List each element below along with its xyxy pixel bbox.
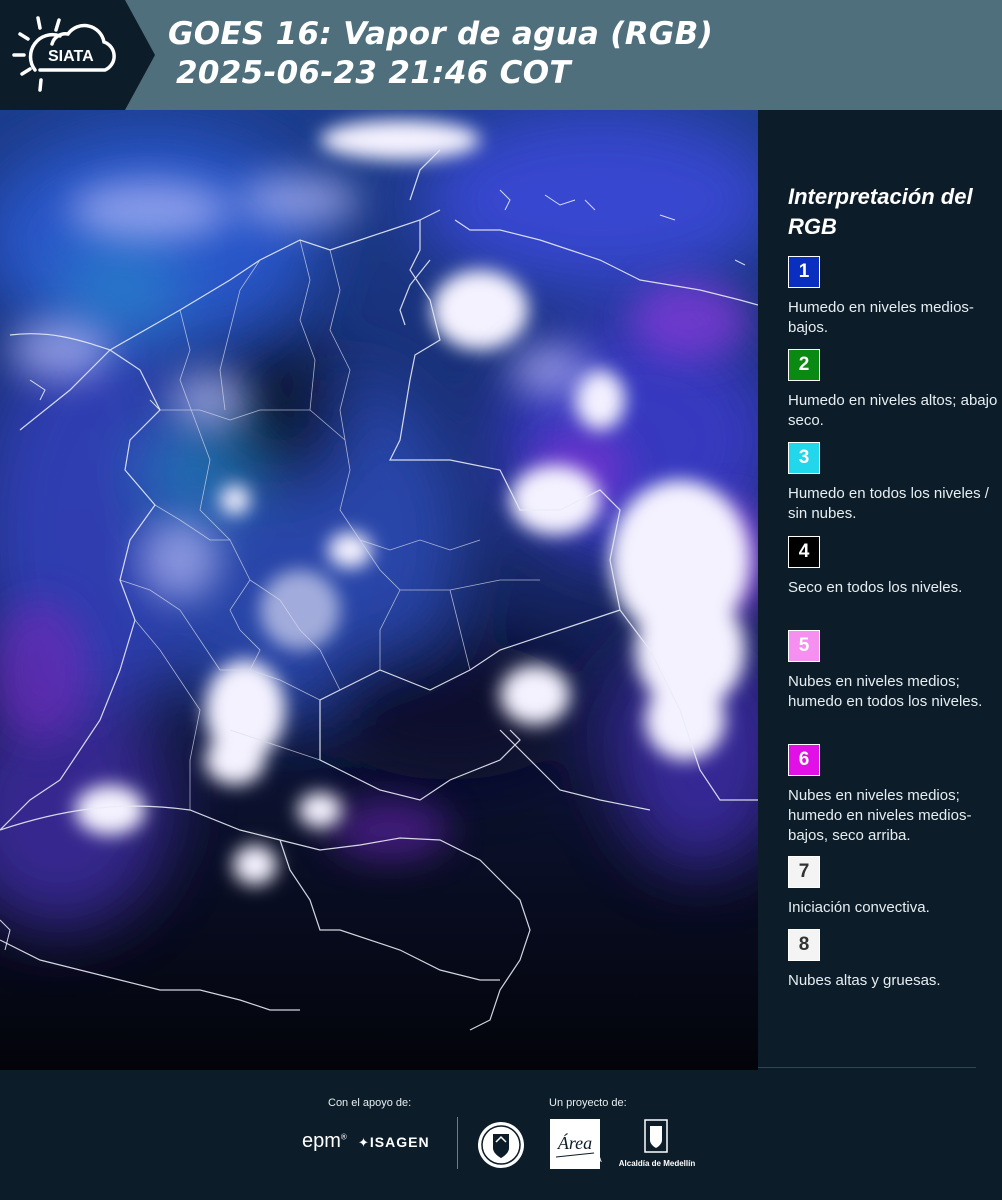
legend-swatch-8: 8 <box>788 929 820 961</box>
legend-desc-6: Nubes en niveles medios; humedo en nivel… <box>788 787 972 844</box>
legend-desc-1: Humedo en niveles medios-bajos. <box>788 299 974 336</box>
legend-swatch-1: 1 <box>788 256 820 288</box>
alcaldia-caption: Alcaldía de Medellín <box>618 1159 696 1168</box>
legend-swatch-6: 6 <box>788 744 820 776</box>
isagen-logo[interactable]: ✦ISAGEN <box>358 1134 430 1151</box>
legend-title: Interpretación del RGB <box>788 184 973 239</box>
legend-item-6: 6 Nubes en niveles medios; humedo en niv… <box>788 744 998 846</box>
legend-desc-4: Seco en todos los niveles. <box>788 579 963 596</box>
support-caption: Con el apoyo de: <box>328 1097 412 1109</box>
isagen-logo-text: ISAGEN <box>369 1134 430 1150</box>
legend-item-3: 3 Humedo en todos los niveles / sin nube… <box>788 442 998 524</box>
header-bar: SIATA GOES 16: Vapor de agua (RGB) 2025-… <box>0 0 1002 110</box>
legend-item-5: 5 Nubes en niveles medios; humedo en tod… <box>788 630 998 712</box>
medellin-seal-icon[interactable] <box>476 1120 526 1175</box>
legend-item-8: 8 Nubes altas y gruesas. <box>788 929 998 991</box>
page-timestamp: 2025-06-23 21:46 COT <box>176 55 571 91</box>
footer-divider <box>758 1067 976 1068</box>
project-caption: Un proyecto de: <box>549 1097 627 1109</box>
legend-item-1: 1 Humedo en niveles medios-bajos. <box>788 256 998 338</box>
area-metropolitana-caption: METROPOLITANA <box>550 1158 602 1164</box>
alcaldia-shield-icon[interactable] <box>643 1118 669 1161</box>
epm-logo-text: epm <box>302 1130 341 1152</box>
siata-logo[interactable]: SIATA <box>0 0 155 110</box>
sun-cloud-icon: SIATA <box>12 16 116 92</box>
epm-logo[interactable]: epm® <box>302 1130 347 1153</box>
legend-desc-2: Humedo en niveles altos; abajo seco. <box>788 392 998 429</box>
footer-separator <box>457 1117 458 1169</box>
page-title: GOES 16: Vapor de agua (RGB) <box>168 16 714 52</box>
isagen-star-icon: ✦ <box>358 1135 370 1150</box>
legend-desc-8: Nubes altas y gruesas. <box>788 972 941 989</box>
legend-swatch-3: 3 <box>788 442 820 474</box>
rgb-legend-panel: Interpretación del RGB 1 Humedo en nivel… <box>770 110 1002 1070</box>
legend-item-4: 4 Seco en todos los niveles. <box>788 536 998 598</box>
legend-desc-3: Humedo en todos los niveles / sin nubes. <box>788 485 989 522</box>
satellite-water-vapor-map[interactable] <box>0 110 758 1070</box>
area-metropolitana-logo[interactable]: Área <box>550 1119 600 1174</box>
siata-logo-text: SIATA <box>48 48 94 65</box>
legend-desc-5: Nubes en niveles medios; humedo en todos… <box>788 673 983 710</box>
legend-swatch-5: 5 <box>788 630 820 662</box>
legend-swatch-4: 4 <box>788 536 820 568</box>
area-logo-text: Área <box>557 1132 592 1153</box>
legend-swatch-7: 7 <box>788 856 820 888</box>
legend-desc-7: Iniciación convectiva. <box>788 899 930 916</box>
legend-item-7: 7 Iniciación convectiva. <box>788 856 998 918</box>
legend-swatch-2: 2 <box>788 349 820 381</box>
legend-item-2: 2 Humedo en niveles altos; abajo seco. <box>788 349 998 431</box>
